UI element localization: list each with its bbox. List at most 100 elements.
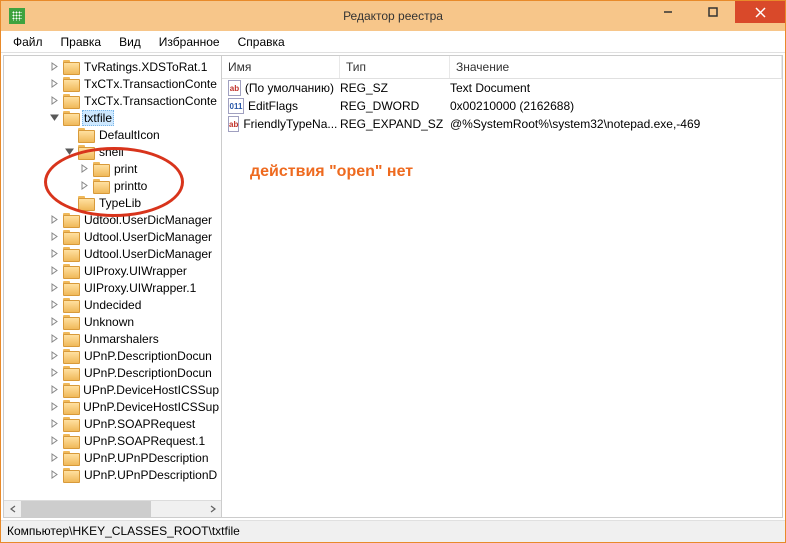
- folder-icon: [63, 230, 78, 243]
- tree-hscrollbar[interactable]: [4, 500, 221, 517]
- menu-help[interactable]: Справка: [230, 33, 293, 51]
- tree-item[interactable]: Unmarshalers: [4, 330, 221, 347]
- tree-item-label: UPnP.DeviceHostICSSup: [81, 400, 221, 414]
- expand-icon[interactable]: [49, 299, 60, 310]
- folder-icon: [93, 162, 108, 175]
- tree-item[interactable]: DefaultIcon: [4, 126, 221, 143]
- scroll-right-button[interactable]: [204, 501, 221, 518]
- expand-icon[interactable]: [49, 78, 60, 89]
- tree-item-label: UIProxy.UIWrapper.1: [82, 281, 198, 295]
- tree-item[interactable]: UPnP.DeviceHostICSSup: [4, 398, 221, 415]
- titlebar[interactable]: Редактор реестра: [1, 1, 785, 31]
- tree-item[interactable]: UIProxy.UIWrapper.1: [4, 279, 221, 296]
- tree-item[interactable]: TxCTx.TransactionConte: [4, 75, 221, 92]
- tree-item[interactable]: printto: [4, 177, 221, 194]
- tree-item[interactable]: UPnP.DescriptionDocun: [4, 347, 221, 364]
- tree-item[interactable]: Undecided: [4, 296, 221, 313]
- tree-item[interactable]: UPnP.DeviceHostICSSup: [4, 381, 221, 398]
- expand-icon[interactable]: [49, 469, 60, 480]
- tree-item-label: TypeLib: [97, 196, 143, 210]
- value-name: FriendlyTypeNa...: [243, 117, 337, 131]
- close-button[interactable]: [735, 1, 785, 23]
- tree-item[interactable]: txtfile: [4, 109, 221, 126]
- col-header-type[interactable]: Тип: [340, 56, 450, 78]
- expand-icon: [64, 197, 75, 208]
- tree-item[interactable]: TypeLib: [4, 194, 221, 211]
- tree-item[interactable]: Unknown: [4, 313, 221, 330]
- tree-item[interactable]: UIProxy.UIWrapper: [4, 262, 221, 279]
- menu-file[interactable]: Файл: [5, 33, 51, 51]
- expand-icon: [64, 129, 75, 140]
- tree-item[interactable]: print: [4, 160, 221, 177]
- folder-icon: [78, 145, 93, 158]
- tree-item[interactable]: UPnP.SOAPRequest.1: [4, 432, 221, 449]
- collapse-icon[interactable]: [49, 112, 60, 123]
- minimize-button[interactable]: [645, 1, 690, 23]
- value-row[interactable]: 011EditFlagsREG_DWORD0x00210000 (2162688…: [222, 97, 782, 115]
- tree-item[interactable]: UPnP.SOAPRequest: [4, 415, 221, 432]
- value-type: REG_DWORD: [340, 99, 450, 113]
- tree-item-label: Udtool.UserDicManager: [82, 230, 214, 244]
- tree-item[interactable]: UPnP.UPnPDescription: [4, 449, 221, 466]
- values-header: Имя Тип Значение: [222, 56, 782, 79]
- menubar: Файл Правка Вид Избранное Справка: [1, 31, 785, 53]
- expand-icon[interactable]: [49, 231, 60, 242]
- value-type: REG_SZ: [340, 81, 450, 95]
- menu-edit[interactable]: Правка: [53, 33, 110, 51]
- tree-item[interactable]: TvRatings.XDSToRat.1: [4, 58, 221, 75]
- expand-icon[interactable]: [49, 418, 60, 429]
- expand-icon[interactable]: [49, 282, 60, 293]
- expand-icon[interactable]: [49, 214, 60, 225]
- values-pane: Имя Тип Значение ab(По умолчанию)REG_SZT…: [222, 56, 782, 517]
- value-row[interactable]: ab(По умолчанию)REG_SZText Document: [222, 79, 782, 97]
- scroll-left-button[interactable]: [4, 501, 21, 518]
- tree-item[interactable]: Udtool.UserDicManager: [4, 245, 221, 262]
- tree-item-label: Udtool.UserDicManager: [82, 247, 214, 261]
- folder-icon: [63, 315, 78, 328]
- tree-item[interactable]: UPnP.DescriptionDocun: [4, 364, 221, 381]
- scroll-thumb[interactable]: [21, 501, 151, 518]
- tree-item[interactable]: Udtool.UserDicManager: [4, 228, 221, 245]
- expand-icon[interactable]: [49, 350, 60, 361]
- expand-icon[interactable]: [49, 401, 60, 412]
- maximize-button[interactable]: [690, 1, 735, 23]
- tree-item-label: UPnP.UPnPDescriptionD: [82, 468, 219, 482]
- value-row[interactable]: abFriendlyTypeNa...REG_EXPAND_SZ@%System…: [222, 115, 782, 133]
- expand-icon[interactable]: [49, 95, 60, 106]
- tree-item-label: UPnP.SOAPRequest: [82, 417, 197, 431]
- col-header-name[interactable]: Имя: [222, 56, 340, 78]
- scroll-track[interactable]: [21, 501, 204, 518]
- tree-item[interactable]: TxCTx.TransactionConte: [4, 92, 221, 109]
- tree-item-label: Udtool.UserDicManager: [82, 213, 214, 227]
- tree-item-label: txtfile: [82, 110, 114, 126]
- expand-icon[interactable]: [49, 316, 60, 327]
- col-header-value[interactable]: Значение: [450, 56, 782, 78]
- expand-icon[interactable]: [49, 333, 60, 344]
- folder-icon: [63, 468, 78, 481]
- string-value-icon: ab: [228, 116, 239, 132]
- registry-tree[interactable]: TvRatings.XDSToRat.1TxCTx.TransactionCon…: [4, 56, 221, 500]
- expand-icon[interactable]: [49, 61, 60, 72]
- expand-icon[interactable]: [49, 248, 60, 259]
- collapse-icon[interactable]: [64, 146, 75, 157]
- folder-icon: [63, 434, 78, 447]
- tree-item[interactable]: Udtool.UserDicManager: [4, 211, 221, 228]
- menu-favorites[interactable]: Избранное: [151, 33, 228, 51]
- expand-icon[interactable]: [49, 384, 60, 395]
- expand-icon[interactable]: [49, 435, 60, 446]
- values-list[interactable]: ab(По умолчанию)REG_SZText Document011Ed…: [222, 79, 782, 517]
- tree-item[interactable]: shell: [4, 143, 221, 160]
- tree-pane: TvRatings.XDSToRat.1TxCTx.TransactionCon…: [4, 56, 222, 517]
- expand-icon[interactable]: [79, 180, 90, 191]
- expand-icon[interactable]: [49, 265, 60, 276]
- expand-icon[interactable]: [79, 163, 90, 174]
- tree-item-label: UIProxy.UIWrapper: [82, 264, 189, 278]
- expand-icon[interactable]: [49, 367, 60, 378]
- string-value-icon: ab: [228, 80, 241, 96]
- expand-icon[interactable]: [49, 452, 60, 463]
- folder-icon: [63, 264, 78, 277]
- folder-icon: [78, 128, 93, 141]
- menu-view[interactable]: Вид: [111, 33, 149, 51]
- statusbar: Компьютер\HKEY_CLASSES_ROOT\txtfile: [1, 520, 785, 542]
- tree-item[interactable]: UPnP.UPnPDescriptionD: [4, 466, 221, 483]
